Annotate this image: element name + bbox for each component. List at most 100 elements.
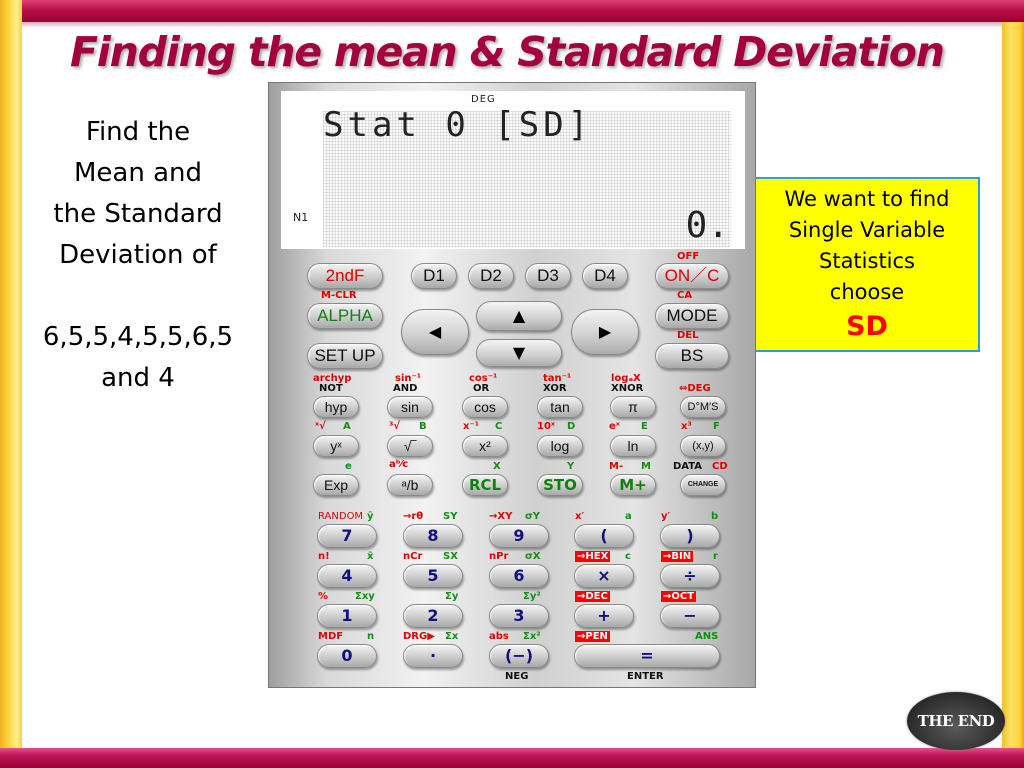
del-label: DEL: [677, 330, 699, 341]
m-minus-label: M-: [609, 461, 624, 472]
log-key[interactable]: log: [537, 435, 583, 457]
fraction-key[interactable]: ᵃ/b: [387, 474, 433, 496]
c-reg-label: c: [625, 551, 631, 562]
key-2[interactable]: 2: [403, 604, 463, 628]
sqrt-key[interactable]: √‾: [387, 435, 433, 457]
negative-key[interactable]: (−): [489, 644, 549, 668]
to-bin-tag: →BIN: [661, 551, 694, 562]
sum-xy-label: Σxy: [355, 591, 375, 602]
decimal-key[interactable]: ·: [403, 644, 463, 668]
x-mean-label: x̄: [367, 551, 374, 562]
sigma-x-label: σX: [525, 551, 541, 562]
plus-key[interactable]: +: [574, 604, 634, 628]
data-values: 6,5,5,4,5,5,6,5: [42, 322, 234, 352]
xroot-label: ˣ√: [315, 421, 326, 432]
and-label: AND: [393, 383, 418, 394]
key-7[interactable]: 7: [317, 524, 377, 548]
c-label: C: [495, 421, 503, 432]
sum-y-label: Σy: [445, 591, 459, 602]
sx-label: SX: [443, 551, 458, 562]
on-c-key[interactable]: ON／C: [655, 263, 729, 289]
key-9[interactable]: 9: [489, 524, 549, 548]
data-label: DATA: [673, 461, 703, 472]
xnor-label: XNOR: [611, 383, 644, 394]
key-0[interactable]: 0: [317, 644, 377, 668]
e-const-label: e: [345, 461, 352, 472]
key-5[interactable]: 5: [403, 564, 463, 588]
minus-key[interactable]: −: [660, 604, 720, 628]
to-dec-tag: →DEC: [575, 591, 610, 602]
the-end-button[interactable]: THE END: [907, 692, 1005, 750]
x-squared-key[interactable]: x²: [462, 435, 508, 457]
setup-key[interactable]: SET UP: [307, 343, 383, 369]
m-clr-label: M-CLR: [321, 290, 357, 301]
to-hex-tag: →HEX: [575, 551, 611, 562]
enter-label: ENTER: [627, 671, 664, 682]
pi-key[interactable]: π: [610, 396, 656, 418]
key-1[interactable]: 1: [317, 604, 377, 628]
to-dec-label: →DEC: [575, 591, 610, 603]
neg-label: NEG: [505, 671, 529, 682]
cos-key[interactable]: cos: [462, 396, 508, 418]
status-indicator: N1: [293, 211, 309, 224]
right-arrow-key[interactable]: ▶: [571, 309, 639, 355]
yx-key[interactable]: yˣ: [313, 435, 359, 457]
a-reg-label: a: [625, 511, 632, 522]
dms-key[interactable]: D°M′S: [680, 396, 726, 418]
ln-key[interactable]: ln: [610, 435, 656, 457]
callout-line: choose: [829, 280, 905, 304]
callout-line: Single Variable: [788, 218, 946, 242]
frame-bottom-bar: [0, 748, 1024, 768]
hyp-key[interactable]: hyp: [313, 396, 359, 418]
sto-key[interactable]: STO: [537, 474, 583, 496]
divide-key[interactable]: ÷: [660, 564, 720, 588]
alpha-key[interactable]: ALPHA: [307, 303, 383, 329]
down-arrow-key[interactable]: ▼: [476, 339, 562, 367]
exp-key[interactable]: Exp: [313, 474, 359, 496]
2ndf-key[interactable]: 2ndF: [307, 263, 383, 289]
equals-key[interactable]: =: [574, 644, 720, 668]
key-4[interactable]: 4: [317, 564, 377, 588]
m-plus-key[interactable]: M+: [610, 474, 656, 496]
frame-right-bar: [1002, 22, 1024, 748]
problem-line: Deviation of: [59, 240, 217, 270]
key-6[interactable]: 6: [489, 564, 549, 588]
sy-label: SY: [443, 511, 458, 522]
to-polar-label: →rθ: [403, 511, 424, 522]
close-paren-key[interactable]: ): [660, 524, 720, 548]
frame-top-bar: [0, 0, 1024, 22]
open-paren-key[interactable]: (: [574, 524, 634, 548]
reciprocal-label: x⁻¹: [463, 421, 480, 432]
a-label: A: [343, 421, 351, 432]
d1-key[interactable]: D1: [411, 263, 457, 289]
ex-label: eˣ: [609, 421, 620, 432]
drg-label: DRG▶: [403, 631, 435, 642]
change-key[interactable]: CHANGE: [680, 474, 726, 496]
lcd-value: 0.: [685, 205, 729, 246]
r-reg-label: r: [713, 551, 718, 562]
left-arrow-key[interactable]: ◀: [401, 309, 469, 355]
npr-label: nPr: [489, 551, 509, 562]
key-8[interactable]: 8: [403, 524, 463, 548]
factorial-label: n!: [318, 551, 330, 562]
key-3[interactable]: 3: [489, 604, 549, 628]
d2-key[interactable]: D2: [468, 263, 514, 289]
bs-key[interactable]: BS: [655, 343, 729, 369]
rcl-key[interactable]: RCL: [462, 474, 508, 496]
y-prime-label: y′: [661, 511, 671, 522]
to-oct-tag: →OCT: [661, 591, 697, 602]
calculator-screen: DEG Stat 0 [SD] N1 0.: [281, 91, 745, 249]
e-label: E: [641, 421, 648, 432]
calculator: DEG Stat 0 [SD] N1 0. 2ndF D1 D2 D3 D4 O…: [268, 82, 756, 688]
sin-key[interactable]: sin: [387, 396, 433, 418]
d3-key[interactable]: D3: [525, 263, 571, 289]
to-pen-tag: →PEN: [575, 631, 610, 642]
tan-key[interactable]: tan: [537, 396, 583, 418]
up-arrow-key[interactable]: ▲: [476, 301, 562, 331]
problem-line: Mean and: [73, 158, 203, 188]
mode-key[interactable]: MODE: [655, 303, 729, 329]
multiply-key[interactable]: ×: [574, 564, 634, 588]
d4-key[interactable]: D4: [582, 263, 628, 289]
xy-comma-key[interactable]: (x,y): [680, 435, 726, 457]
problem-line: Find the: [85, 117, 191, 147]
